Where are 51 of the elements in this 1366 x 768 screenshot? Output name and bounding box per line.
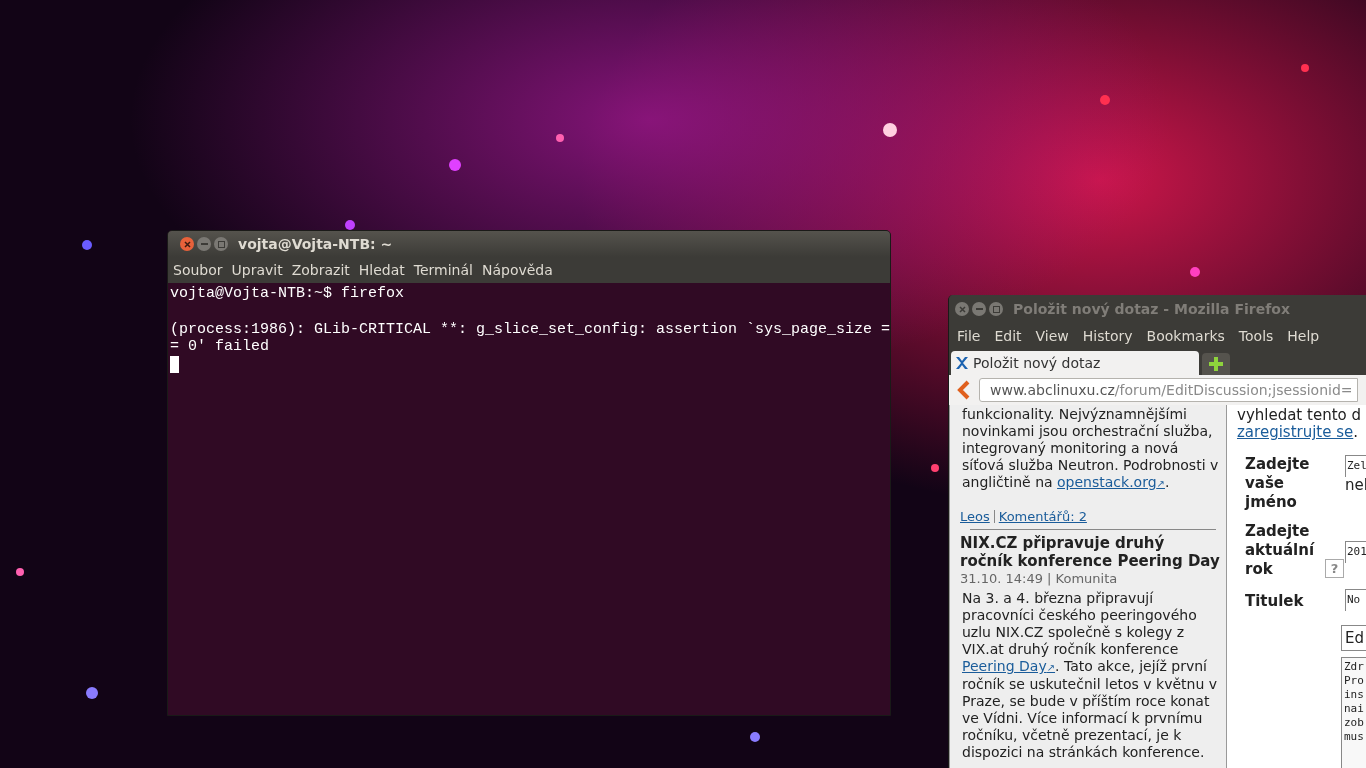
menu-item[interactable]: Bookmarks [1146, 325, 1225, 347]
article-title: NIX.CZ připravuje druhý ročník konference Peering Day [960, 534, 1220, 570]
window-title: Položit nový dotaz - Mozilla Firefox [1013, 299, 1290, 319]
help-button[interactable]: ? [1325, 559, 1344, 578]
minimize-icon[interactable] [972, 302, 986, 316]
input-field[interactable]: Zel [1345, 455, 1366, 477]
menu-item[interactable]: Soubor [173, 259, 223, 281]
minimize-icon[interactable] [197, 237, 211, 251]
text-cursor [170, 355, 179, 373]
menu-item[interactable]: Hledat [358, 259, 405, 281]
author-link[interactable]: Leos [960, 508, 990, 525]
editor-button[interactable]: Ed [1341, 625, 1366, 651]
link[interactable]: openstack.org↗ [1057, 474, 1165, 490]
menu-item[interactable]: History [1082, 325, 1133, 347]
comments-link[interactable]: Komentářů: 2 [998, 508, 1087, 525]
news-text: funkcionality. Nejvýznamnějšími novinkami jsou orchestrační služba, integrovaný monitoring a nová síťová služba Neutron. Podrobnosti v angličtině na openstack.org↗. [962, 406, 1220, 492]
browser-tab[interactable]: Položit nový dotaz [951, 351, 1199, 375]
maximize-icon[interactable] [989, 302, 1003, 316]
link[interactable]: Peering Day↗ [962, 658, 1056, 674]
url-field[interactable]: www.abclinuxu.cz/forum/EditDiscussion;jsessionid= [979, 378, 1358, 402]
menu-item[interactable]: Zobrazit [291, 259, 350, 281]
field-label: Titulek [1245, 592, 1304, 611]
field-label: Zadejte aktuální rok [1245, 522, 1316, 579]
menu-item[interactable]: Terminál [413, 259, 473, 281]
menu-item[interactable]: File [957, 325, 981, 347]
register-link[interactable]: zaregistrujte se [1237, 423, 1354, 441]
text-area[interactable]: Zdr Pro ins nai zob mus [1341, 657, 1366, 768]
close-icon[interactable] [180, 237, 194, 251]
maximize-icon[interactable] [214, 237, 228, 251]
terminal-line: (process:1986): GLib-CRITICAL **: g_slice_set_config: assertion `sys_page_size = [170, 320, 890, 338]
field-label: Zadejte vaše jméno [1245, 455, 1311, 512]
intro-text: vyhledat tento d [1237, 407, 1362, 424]
news-text: Na 3. a 4. března připravují pracovníci českého peeringového uzlu NIX.CZ společně s kolegy z VIX.at druhý ročník konference Peering Day↗. Tato akce, jejíž první ročník se uskutečnil letos v květnu v Praze, se bude v příštím roce konat ve Vídni. Více informací k prvnímu ročníku, včetně prezentací, je k dispozici na stránkách konference. [962, 590, 1219, 761]
menu-item[interactable]: Edit [994, 325, 1022, 347]
punctuation: . [1353, 423, 1359, 441]
site-icon [955, 356, 969, 370]
terminal-line: vojta@Vojta-NTB:~$ firefox [170, 285, 405, 303]
article-meta: 31.10. 14:49 | Komunita [960, 570, 1119, 587]
menu-item[interactable]: Nápověda [481, 259, 553, 281]
plus-icon [1208, 356, 1224, 372]
menu-item[interactable]: View [1035, 325, 1069, 347]
menu-item[interactable]: Help [1287, 325, 1320, 347]
field-note: nel [1345, 477, 1366, 494]
window-title: vojta@Vojta-NTB: ~ [238, 234, 393, 254]
close-icon[interactable] [955, 302, 969, 316]
new-tab-button[interactable] [1202, 353, 1230, 375]
menu-item[interactable]: Upravit [231, 259, 283, 281]
terminal-line: = 0' failed [170, 338, 270, 356]
menu-item[interactable]: Tools [1238, 325, 1274, 347]
input-field[interactable]: No [1345, 589, 1366, 611]
input-field[interactable]: 201 [1345, 541, 1366, 563]
